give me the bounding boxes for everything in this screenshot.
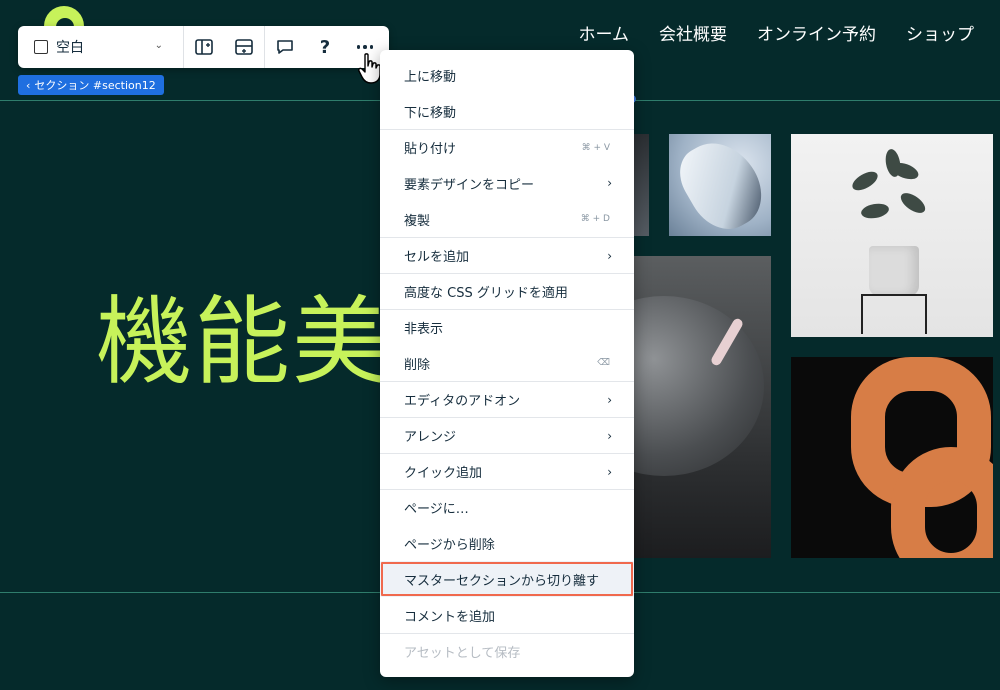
help-icon: ? [319, 36, 331, 58]
chevron-right-icon: › [607, 428, 612, 443]
nav-about[interactable]: 会社概要 [659, 20, 727, 45]
menu-move-up[interactable]: 上に移動 [380, 57, 634, 93]
shortcut-paste: ⌘ + V [581, 142, 610, 153]
gallery-image-plant[interactable] [791, 134, 993, 337]
section-tag[interactable]: ‹ セクション #section12 [18, 75, 164, 95]
gallery-image-knot[interactable] [791, 357, 993, 558]
layout-select[interactable]: 空白 ⌄ [18, 26, 184, 68]
nav-booking[interactable]: オンライン予約 [757, 20, 876, 45]
menu-add-comment[interactable]: コメントを追加 [380, 597, 634, 633]
menu-add-cell[interactable]: セルを追加 › [380, 237, 634, 273]
menu-editor-addons[interactable]: エディタのアドオン › [380, 381, 634, 417]
add-section-button[interactable] [224, 26, 264, 68]
layout-select-label: 空白 [56, 40, 84, 56]
layout-icon [195, 39, 213, 55]
menu-paste[interactable]: 貼り付け ⌘ + V [380, 129, 634, 165]
menu-hide[interactable]: 非表示 [380, 309, 634, 345]
menu-detach-master-section[interactable]: マスターセクションから切り離す [380, 561, 634, 597]
chevron-right-icon: › [607, 176, 612, 190]
chevron-right-icon: › [607, 392, 612, 407]
more-icon [356, 45, 374, 49]
nav-shop[interactable]: ショップ [906, 20, 974, 45]
chevron-right-icon: › [607, 464, 612, 479]
comment-icon [277, 40, 293, 54]
gallery-image-speaker[interactable] [634, 256, 771, 558]
context-menu: 上に移動 下に移動 貼り付け ⌘ + V 要素デザインをコピー › 複製 ⌘ + D … [380, 50, 634, 677]
chevron-down-icon: ⌄ [154, 40, 163, 51]
menu-delete[interactable]: 削除 ⌫ [380, 345, 634, 381]
menu-save-as-asset: アセットとして保存 [380, 633, 634, 669]
menu-duplicate[interactable]: 複製 ⌘ + D [380, 201, 634, 237]
menu-copy-design[interactable]: 要素デザインをコピー › [380, 165, 634, 201]
menu-remove-from-page[interactable]: ページから削除 [380, 525, 634, 561]
backspace-icon: ⌫ [597, 358, 610, 368]
comment-button[interactable] [265, 26, 305, 68]
section-toolbar: 空白 ⌄ ? [18, 26, 389, 68]
shortcut-duplicate: ⌘ + D [580, 214, 610, 224]
gallery-image-fold[interactable] [669, 134, 771, 236]
nav-home[interactable]: ホーム [579, 20, 630, 45]
gallery-image-dark[interactable] [634, 134, 649, 236]
layout-tools [184, 26, 265, 68]
menu-apply-css-grid[interactable]: 高度な CSS グリッドを適用 [380, 273, 634, 309]
menu-move-down[interactable]: 下に移動 [380, 93, 634, 129]
menu-to-page[interactable]: ページに… [380, 489, 634, 525]
menu-arrange[interactable]: アレンジ › [380, 417, 634, 453]
chevron-right-icon: › [607, 248, 612, 263]
checkbox-icon [34, 40, 48, 54]
chevron-left-icon: ‹ [26, 78, 31, 92]
add-section-icon [235, 39, 253, 55]
layout-button[interactable] [184, 26, 224, 68]
help-button[interactable]: ? [305, 26, 345, 68]
hero-heading[interactable]: 機能美 [96, 292, 390, 393]
menu-quick-add[interactable]: クイック追加 › [380, 453, 634, 489]
section-tag-label: セクション #section12 [34, 79, 156, 92]
site-nav: ホーム 会社概要 オンライン予約 ショップ [579, 20, 975, 45]
